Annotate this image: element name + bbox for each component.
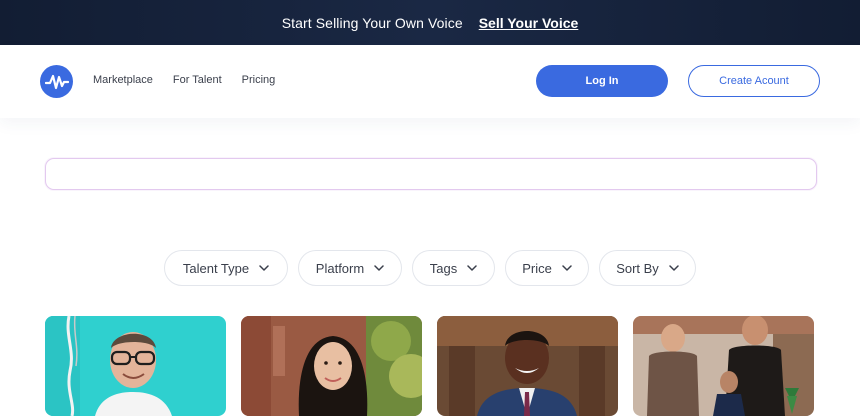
filter-price[interactable]: Price bbox=[505, 250, 589, 286]
chevron-down-icon bbox=[467, 265, 477, 271]
search-input[interactable] bbox=[45, 158, 817, 190]
talent-photo bbox=[45, 316, 226, 416]
create-account-button[interactable]: Create Acount bbox=[688, 65, 820, 97]
promo-banner: Start Selling Your Own Voice Sell Your V… bbox=[0, 0, 860, 45]
log-in-button[interactable]: Log In bbox=[536, 65, 668, 97]
nav-link-for-talent[interactable]: For Talent bbox=[173, 74, 222, 86]
chevron-down-icon bbox=[562, 265, 572, 271]
chevron-down-icon bbox=[259, 265, 269, 271]
filter-label: Tags bbox=[429, 260, 458, 276]
chevron-down-icon bbox=[669, 265, 679, 271]
talent-photo bbox=[241, 316, 422, 416]
chevron-down-icon bbox=[374, 265, 384, 271]
filter-label: Talent Type bbox=[182, 260, 250, 276]
filter-talent-type[interactable]: Talent Type bbox=[164, 250, 288, 286]
filter-label: Sort By bbox=[616, 260, 659, 276]
nav-link-marketplace[interactable]: Marketplace bbox=[93, 74, 153, 86]
navbar: Marketplace For Talent Pricing Log In Cr… bbox=[0, 45, 860, 118]
talent-card[interactable] bbox=[437, 316, 618, 416]
filter-platform[interactable]: Platform bbox=[298, 250, 402, 286]
filter-label: Price bbox=[522, 260, 552, 276]
waveform-logo-icon[interactable] bbox=[40, 65, 73, 98]
talent-card[interactable] bbox=[241, 316, 422, 416]
talent-card[interactable] bbox=[45, 316, 226, 416]
talent-photo bbox=[633, 316, 814, 416]
promo-text: Start Selling Your Own Voice bbox=[281, 14, 463, 31]
talent-card[interactable] bbox=[633, 316, 814, 416]
talent-photo bbox=[437, 316, 618, 416]
filter-bar: Talent Type Platform Tags Price Sort By bbox=[0, 250, 860, 286]
nav-links: Marketplace For Talent Pricing bbox=[93, 74, 295, 86]
filter-sort-by[interactable]: Sort By bbox=[599, 250, 696, 286]
nav-link-pricing[interactable]: Pricing bbox=[242, 74, 276, 86]
filter-label: Platform bbox=[315, 260, 365, 276]
sell-your-voice-link[interactable]: Sell Your Voice bbox=[479, 15, 579, 31]
filter-tags[interactable]: Tags bbox=[412, 250, 495, 286]
